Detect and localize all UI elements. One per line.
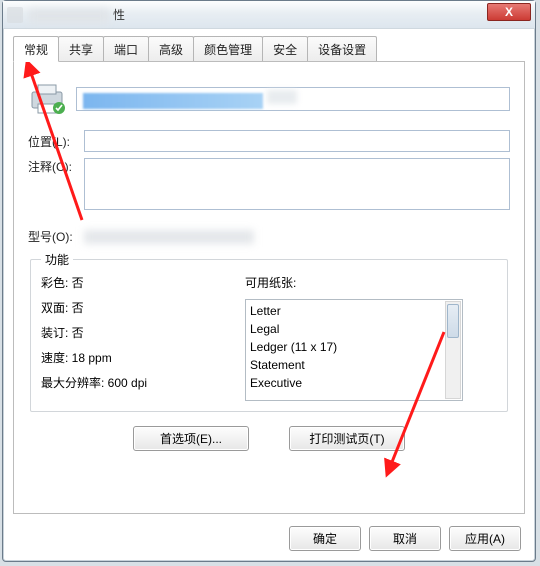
features-legend: 功能: [41, 251, 73, 268]
tab-ports[interactable]: 端口: [103, 36, 149, 62]
feature-staple: 装订: 否: [41, 324, 231, 341]
preferences-button[interactable]: 首选项(E)...: [133, 426, 249, 451]
paper-listbox[interactable]: Letter Legal Ledger (11 x 17) Statement …: [245, 299, 463, 401]
scrollbar[interactable]: [445, 301, 461, 399]
location-input[interactable]: [84, 130, 510, 152]
dialog-buttons: 确定 取消 应用(A): [3, 520, 535, 561]
close-icon: X: [505, 5, 513, 19]
tab-strip: 常规 共享 端口 高级 颜色管理 安全 设备设置: [3, 29, 535, 61]
tab-device[interactable]: 设备设置: [307, 36, 377, 62]
feature-speed: 速度: 18 ppm: [41, 349, 231, 366]
paper-option[interactable]: Statement: [250, 356, 458, 374]
features-group: 功能 彩色: 否 双面: 否 装订: 否 速度: 18 ppm 最大分辨率: 6…: [30, 251, 508, 412]
tab-color[interactable]: 颜色管理: [193, 36, 263, 62]
paper-label: 可用纸张:: [245, 274, 463, 291]
feature-color: 彩色: 否: [41, 274, 231, 291]
comment-label: 注释(C):: [28, 158, 84, 175]
properties-dialog: 性 X 常规 共享 端口 高级 颜色管理 安全 设备设置: [2, 0, 536, 562]
print-test-page-button[interactable]: 打印测试页(T): [289, 426, 405, 451]
title-bar[interactable]: 性 X: [3, 1, 535, 29]
paper-option[interactable]: Letter: [250, 302, 458, 320]
feature-maxres: 最大分辨率: 600 dpi: [41, 374, 231, 391]
close-button[interactable]: X: [487, 3, 531, 21]
tab-security[interactable]: 安全: [262, 36, 308, 62]
model-value: [84, 230, 254, 244]
apply-button[interactable]: 应用(A): [449, 526, 521, 551]
paper-option[interactable]: Legal: [250, 320, 458, 338]
printer-icon: [28, 82, 68, 116]
paper-option[interactable]: Ledger (11 x 17): [250, 338, 458, 356]
printer-name-input[interactable]: [76, 87, 510, 111]
tab-advanced[interactable]: 高级: [148, 36, 194, 62]
ok-button[interactable]: 确定: [289, 526, 361, 551]
comment-textarea[interactable]: [84, 158, 510, 210]
location-label: 位置(L):: [28, 133, 84, 150]
tab-sharing[interactable]: 共享: [58, 36, 104, 62]
feature-duplex: 双面: 否: [41, 299, 231, 316]
paper-option[interactable]: Executive: [250, 374, 458, 392]
printer-title-icon: [7, 7, 23, 23]
model-label: 型号(O):: [28, 228, 84, 245]
tab-general[interactable]: 常规: [13, 36, 59, 62]
scroll-thumb[interactable]: [447, 304, 459, 338]
general-pane: 位置(L): 注释(C): 型号(O): 功能 彩色: 否 双面: 否 装订: …: [13, 61, 525, 514]
cancel-button[interactable]: 取消: [369, 526, 441, 551]
window-title: 性: [29, 6, 487, 23]
